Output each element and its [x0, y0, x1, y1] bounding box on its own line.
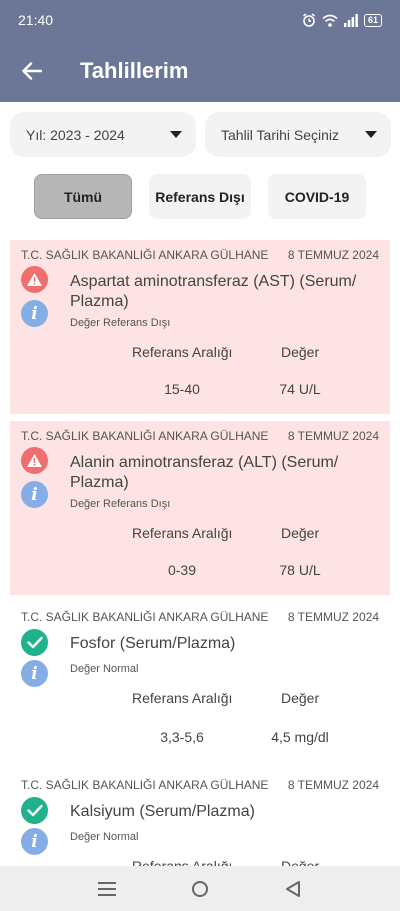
card-header: T.C. SAĞLIK BAKANLIĞI ANKARA GÜLHANE 8 T…	[21, 778, 379, 792]
hospital-name: T.C. SAĞLIK BAKANLIĞI ANKARA GÜLHANE	[21, 429, 269, 443]
reference-range-value: 15-40	[164, 381, 200, 397]
result-card[interactable]: T.C. SAĞLIK BAKANLIĞI ANKARA GÜLHANE 8 T…	[10, 602, 390, 772]
info-icon[interactable]: i	[21, 660, 48, 687]
result-date: 8 TEMMUZ 2024	[287, 778, 379, 792]
result-value: 4,5 mg/dl	[271, 729, 329, 745]
card-header: T.C. SAĞLIK BAKANLIĞI ANKARA GÜLHANE 8 T…	[21, 248, 379, 262]
recents-button[interactable]	[87, 869, 127, 909]
result-status: Değer Normal	[70, 663, 139, 675]
result-card[interactable]: T.C. SAĞLIK BAKANLIĞI ANKARA GÜLHANE 8 T…	[10, 770, 390, 866]
result-card[interactable]: T.C. SAĞLIK BAKANLIĞI ANKARA GÜLHANE 8 T…	[10, 421, 390, 595]
system-back-button[interactable]	[273, 869, 313, 909]
signal-icon	[343, 13, 358, 27]
menu-icon	[97, 881, 116, 896]
chip-all[interactable]: Tümü	[34, 174, 132, 219]
status-bar: 21:40 61	[0, 0, 400, 40]
card-header: T.C. SAĞLIK BAKANLIĞI ANKARA GÜLHANE 8 T…	[21, 610, 379, 624]
reference-range-value: 0-39	[167, 562, 197, 578]
test-name: Kalsiyum (Serum/Plazma)	[70, 803, 255, 820]
info-icon[interactable]: i	[21, 828, 48, 855]
back-triangle-icon	[286, 880, 301, 897]
result-status: Değer Referans Dışı	[70, 498, 171, 510]
check-icon	[21, 629, 48, 656]
reference-range-value: 3,3-5,6	[160, 729, 204, 745]
year-dropdown[interactable]: Yıl: 2023 - 2024	[10, 112, 196, 157]
reference-range-header: Referans Aralığı	[132, 858, 233, 866]
wifi-icon	[322, 14, 338, 27]
value-header: Değer	[281, 690, 320, 706]
result-status: Değer Referans Dışı	[70, 317, 171, 329]
home-button[interactable]	[180, 869, 220, 909]
app-bar: Tahlillerim	[0, 40, 400, 102]
battery-icon: 61	[363, 13, 382, 27]
caret-down-icon	[365, 131, 377, 138]
result-date: 8 TEMMUZ 2024	[287, 429, 379, 443]
chip-covid19[interactable]: COVID-19	[268, 174, 366, 219]
back-button[interactable]	[2, 40, 62, 102]
result-date: 8 TEMMUZ 2024	[287, 248, 379, 262]
value-header: Değer	[281, 525, 320, 541]
result-value: 78 U/L	[279, 562, 321, 578]
caret-down-icon	[170, 131, 182, 138]
system-nav-bar	[0, 866, 400, 911]
filter-panel: Yıl: 2023 - 2024 Tahlil Tarihi Seçiniz T…	[0, 102, 400, 236]
status-time: 21:40	[18, 12, 54, 28]
status-icons: 61	[302, 13, 382, 27]
result-value: 74 U/L	[279, 381, 321, 397]
result-date: 8 TEMMUZ 2024	[287, 610, 379, 624]
back-arrow-icon	[22, 62, 42, 80]
page-title: Tahlillerim	[80, 58, 189, 83]
info-icon[interactable]: i	[21, 300, 48, 327]
value-header: Değer	[281, 858, 320, 866]
year-dropdown-label: Yıl: 2023 - 2024	[26, 126, 125, 143]
test-name: Alanin aminotransferaz (ALT) (Serum/ Pla…	[70, 454, 339, 491]
date-dropdown[interactable]: Tahlil Tarihi Seçiniz	[205, 112, 391, 157]
check-icon	[21, 797, 48, 824]
test-name: Aspartat aminotransferaz (AST) (Serum/ P…	[70, 273, 357, 310]
alarm-icon	[303, 13, 315, 27]
hospital-name: T.C. SAĞLIK BAKANLIĞI ANKARA GÜLHANE	[21, 778, 269, 792]
result-status: Değer Normal	[70, 831, 139, 843]
reference-range-header: Referans Aralığı	[132, 525, 233, 541]
value-header: Değer	[281, 344, 320, 360]
hospital-name: T.C. SAĞLIK BAKANLIĞI ANKARA GÜLHANE	[21, 610, 269, 624]
warning-icon	[21, 447, 48, 474]
warning-icon	[21, 266, 48, 293]
test-name: Fosfor (Serum/Plazma)	[70, 635, 236, 652]
info-icon[interactable]: i	[21, 481, 48, 508]
reference-range-header: Referans Aralığı	[132, 344, 233, 360]
results-list[interactable]: T.C. SAĞLIK BAKANLIĞI ANKARA GÜLHANE 8 T…	[0, 236, 400, 866]
date-dropdown-label: Tahlil Tarihi Seçiniz	[221, 126, 340, 143]
hospital-name: T.C. SAĞLIK BAKANLIĞI ANKARA GÜLHANE	[21, 248, 269, 262]
card-header: T.C. SAĞLIK BAKANLIĞI ANKARA GÜLHANE 8 T…	[21, 429, 379, 443]
result-card[interactable]: T.C. SAĞLIK BAKANLIĞI ANKARA GÜLHANE 8 T…	[10, 240, 390, 414]
chip-out-of-reference[interactable]: Referans Dışı	[149, 174, 251, 219]
home-circle-icon	[191, 880, 208, 897]
reference-range-header: Referans Aralığı	[132, 690, 233, 706]
